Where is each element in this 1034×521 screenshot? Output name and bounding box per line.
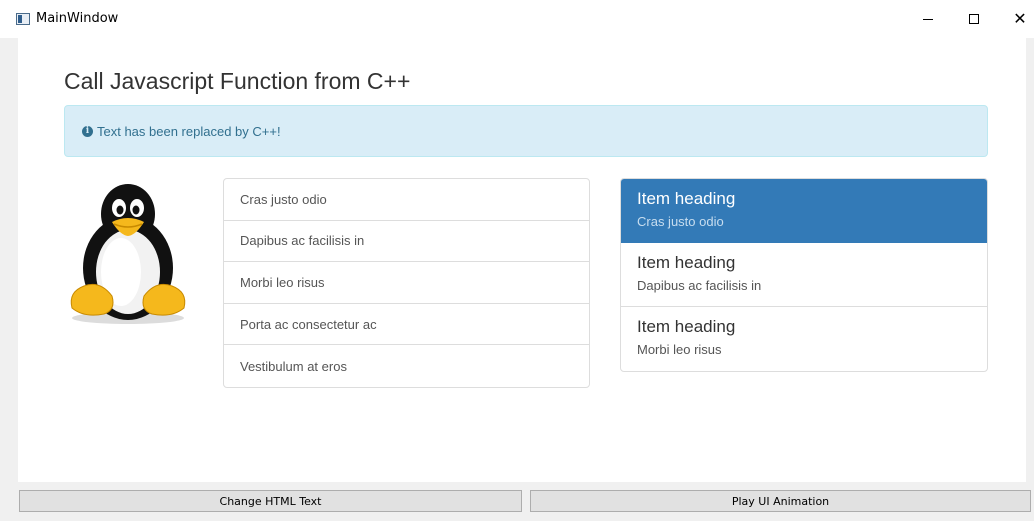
minimize-icon: [923, 18, 933, 20]
item-heading: Item heading: [637, 189, 736, 208]
item-heading: Item heading: [637, 317, 736, 336]
close-icon: ✕: [1013, 9, 1027, 28]
info-circle-icon: i: [82, 125, 93, 137]
change-html-text-button[interactable]: Change HTML Text: [19, 490, 522, 512]
tux-penguin-image: [70, 184, 186, 324]
title-bar: MainWindow ✕: [0, 0, 1034, 38]
close-button[interactable]: ✕: [997, 0, 1034, 38]
item-text: Dapibus ac facilisis in: [637, 278, 762, 293]
item-text: Morbi leo risus: [637, 342, 722, 357]
list-item[interactable]: Cras justo odio: [224, 179, 589, 221]
maximize-icon: [969, 14, 979, 24]
list-item[interactable]: Morbi leo risus: [224, 262, 589, 304]
item-text: Cras justo odio: [637, 214, 724, 229]
info-alert: i Text has been replaced by C++!: [64, 105, 988, 157]
item-heading: Item heading: [637, 253, 736, 272]
linked-item-active[interactable]: Item heading Cras justo odio: [621, 179, 987, 243]
app-window-icon: [16, 13, 30, 25]
maximize-button[interactable]: [951, 0, 997, 38]
list-item[interactable]: Dapibus ac facilisis in: [224, 221, 589, 263]
linked-item[interactable]: Item heading Morbi leo risus: [621, 307, 987, 371]
minimize-button[interactable]: [905, 0, 951, 38]
window-title: MainWindow: [36, 11, 119, 26]
page-title: Call Javascript Function from C++: [64, 68, 411, 94]
alert-text: Text has been replaced by C++!: [97, 123, 281, 139]
linked-item[interactable]: Item heading Dapibus ac facilisis in: [621, 243, 987, 307]
list-item[interactable]: Porta ac consectetur ac: [224, 304, 589, 346]
linked-list-group: Item heading Cras justo odio Item headin…: [620, 178, 988, 372]
list-group: Cras justo odio Dapibus ac facilisis in …: [223, 178, 590, 388]
list-item[interactable]: Vestibulum at eros: [224, 345, 589, 387]
web-view: Call Javascript Function from C++ i Text…: [18, 38, 1026, 482]
play-ui-animation-button[interactable]: Play UI Animation: [530, 490, 1031, 512]
